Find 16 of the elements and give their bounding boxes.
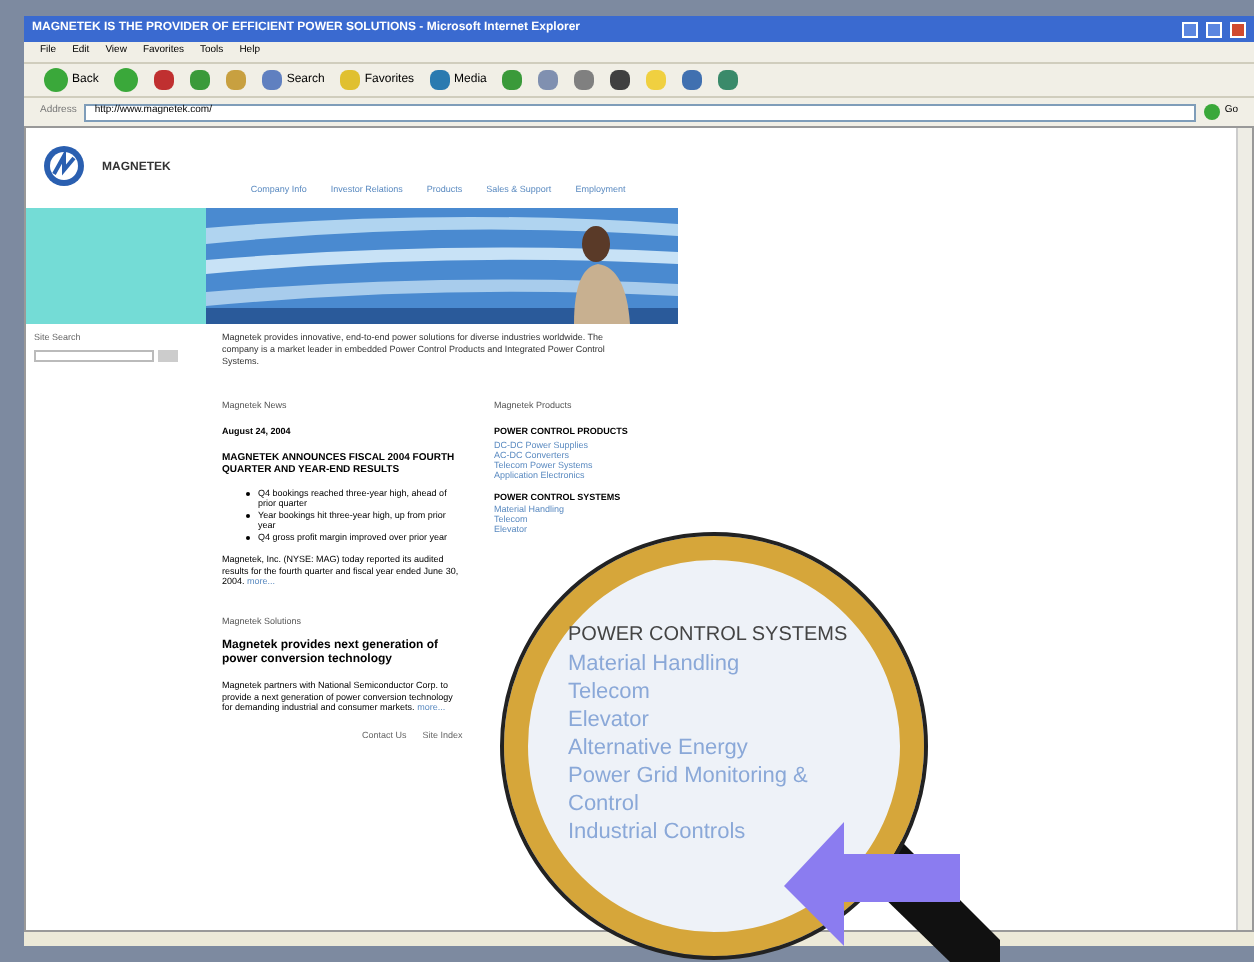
magnified-heading: POWER CONTROL SYSTEMS bbox=[568, 622, 850, 650]
magnified-link[interactable]: Industrial Controls bbox=[568, 818, 746, 846]
magnified-link[interactable]: Power Grid Monitoring & Control bbox=[568, 762, 828, 818]
toolbar-button[interactable] bbox=[150, 70, 179, 90]
minimize-button[interactable] bbox=[1182, 21, 1198, 37]
magnified-link[interactable]: Telecom bbox=[568, 678, 650, 706]
magnified-link[interactable]: Material Handling bbox=[568, 650, 740, 678]
search-field[interactable] bbox=[34, 349, 154, 362]
pointer-arrow-icon bbox=[784, 822, 964, 946]
magnified-link[interactable]: Alternative Energy bbox=[568, 734, 748, 762]
close-button[interactable] bbox=[1230, 21, 1246, 37]
toolbar-button[interactable] bbox=[606, 70, 635, 90]
logo-icon bbox=[42, 144, 86, 188]
maximize-button[interactable] bbox=[1206, 21, 1222, 37]
magnified-link[interactable]: Elevator bbox=[568, 706, 649, 734]
toolbar-button[interactable] bbox=[678, 70, 707, 90]
